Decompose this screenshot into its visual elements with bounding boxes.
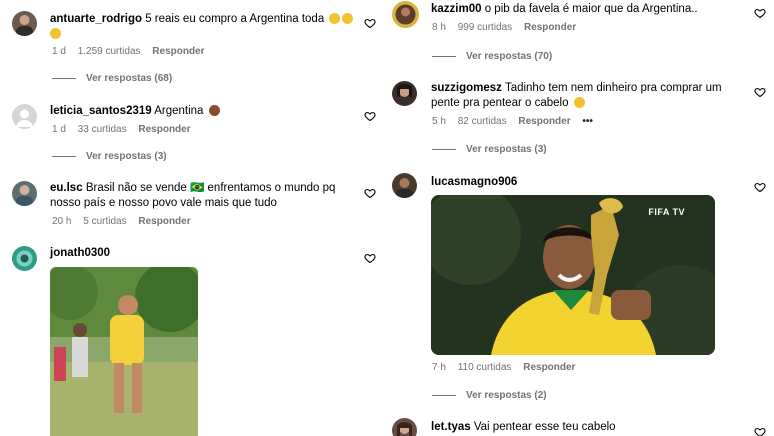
poop-emoji-icon <box>208 105 220 116</box>
comments-column-left: antuarte_rodrigo 5 reais eu compro a Arg… <box>0 0 387 436</box>
comment: lucasmagno906 FIFA TV 7 h 110 curtidas R… <box>380 167 774 412</box>
avatar[interactable] <box>12 11 37 36</box>
comment: antuarte_rodrigo 5 reais eu compro a Arg… <box>0 0 387 95</box>
laughing-emoji-icon <box>50 28 61 39</box>
comment: eu.lsc Brasil não se vende 🇧🇷 enfrentamo… <box>0 175 387 240</box>
comment-text: Vai pentear esse teu cabelo <box>473 421 616 433</box>
like-count[interactable]: 999 curtidas <box>458 22 512 33</box>
divider <box>432 148 456 150</box>
username[interactable]: antuarte_rodrigo <box>50 13 142 25</box>
comment-meta: 1 d 1.259 curtidas Responder <box>52 46 214 57</box>
divider <box>52 77 76 79</box>
timestamp: 20 h <box>52 216 72 227</box>
photo-attachment[interactable] <box>50 267 198 436</box>
comment-text: Argentina <box>154 105 204 117</box>
heart-icon[interactable] <box>754 181 766 193</box>
like-count[interactable]: 33 curtidas <box>78 124 127 135</box>
comments-column-right: kazzim00 o pib da favela é maior que da … <box>380 0 774 436</box>
comment-meta: 5 h 82 curtidas Responder ••• <box>432 116 602 127</box>
username[interactable]: suzzigomesz <box>431 82 502 94</box>
avatar[interactable] <box>392 173 417 198</box>
username[interactable]: eu.lsc <box>50 182 83 194</box>
avatar[interactable] <box>392 1 419 28</box>
timestamp: 7 h <box>432 362 446 373</box>
heart-icon[interactable] <box>754 86 766 98</box>
view-replies-button[interactable]: Ver respostas (68) <box>52 73 172 84</box>
comment-body: suzzigomesz Tadinho tem nem dinheiro pra… <box>431 81 746 111</box>
heart-icon[interactable] <box>754 7 766 19</box>
comment-body: antuarte_rodrigo 5 reais eu compro a Arg… <box>50 12 360 42</box>
like-count[interactable]: 5 curtidas <box>83 216 126 227</box>
comment-body: let.tyas Vai pentear esse teu cabelo <box>431 420 616 435</box>
view-replies-button[interactable]: Ver respostas (3) <box>432 144 547 155</box>
reply-button[interactable]: Responder <box>138 216 190 227</box>
comment-text: Brasil não se vende 🇧🇷 enfrentamos o mun… <box>50 182 336 209</box>
comment-body: eu.lsc Brasil não se vende 🇧🇷 enfrentamo… <box>50 181 350 211</box>
username[interactable]: leticia_santos2319 <box>50 105 152 117</box>
view-replies-label: Ver respostas (2) <box>466 390 547 401</box>
comment-body: leticia_santos2319 Argentina <box>50 104 360 119</box>
divider <box>432 394 456 396</box>
view-replies-button[interactable]: Ver respostas (3) <box>52 151 167 162</box>
comment: let.tyas Vai pentear esse teu cabelo <box>380 412 774 436</box>
username[interactable]: kazzim00 <box>431 3 482 15</box>
like-count[interactable]: 110 curtidas <box>458 362 512 373</box>
comment-text: 5 reais eu compro a Argentina toda <box>145 13 325 25</box>
laughing-emoji-icon <box>342 13 354 24</box>
more-options-button[interactable]: ••• <box>582 116 593 127</box>
heart-icon[interactable] <box>754 426 766 436</box>
avatar[interactable] <box>392 81 417 106</box>
username[interactable]: lucasmagno906 <box>431 176 517 188</box>
comment-meta: 7 h 110 curtidas Responder <box>432 362 584 373</box>
view-replies-button[interactable]: Ver respostas (2) <box>432 390 547 401</box>
avatar[interactable] <box>392 418 417 436</box>
username[interactable]: let.tyas <box>431 421 471 433</box>
timestamp: 1 d <box>52 46 66 57</box>
comment: leticia_santos2319 Argentina 1 d 33 curt… <box>0 95 387 175</box>
reply-button[interactable]: Responder <box>138 124 190 135</box>
reply-button[interactable]: Responder <box>152 46 204 57</box>
view-replies-label: Ver respostas (68) <box>86 73 173 84</box>
comment: suzzigomesz Tadinho tem nem dinheiro pra… <box>380 72 774 167</box>
avatar[interactable] <box>12 246 37 271</box>
laughing-emoji-icon <box>573 97 585 108</box>
view-replies-button[interactable]: Ver respostas (70) <box>432 51 552 62</box>
view-replies-label: Ver respostas (70) <box>466 51 553 62</box>
reply-button[interactable]: Responder <box>524 22 576 33</box>
comment-meta: 1 d 33 curtidas Responder <box>52 124 200 135</box>
view-replies-label: Ver respostas (3) <box>86 151 167 162</box>
comment-body: lucasmagno906 <box>431 175 517 190</box>
laughing-emoji-icon <box>329 13 341 24</box>
comment-text: o pib da favela é maior que da Argentina… <box>484 3 698 15</box>
heart-icon[interactable] <box>364 187 376 199</box>
comment: jonath0300 <box>0 240 387 436</box>
heart-icon[interactable] <box>364 110 376 122</box>
like-count[interactable]: 1.259 curtidas <box>78 46 141 57</box>
timestamp: 5 h <box>432 116 446 127</box>
heart-icon[interactable] <box>364 17 376 29</box>
username[interactable]: jonath0300 <box>50 247 110 259</box>
fifa-tv-watermark: FIFA TV <box>648 207 685 217</box>
gif-attachment[interactable]: FIFA TV <box>431 195 715 355</box>
avatar[interactable] <box>12 181 37 206</box>
view-replies-label: Ver respostas (3) <box>466 144 547 155</box>
comment-body: kazzim00 o pib da favela é maior que da … <box>431 2 741 17</box>
divider <box>432 55 456 57</box>
timestamp: 1 d <box>52 124 66 135</box>
comment-body: jonath0300 <box>50 246 110 261</box>
heart-icon[interactable] <box>364 252 376 264</box>
comment-meta: 20 h 5 curtidas Responder <box>52 216 200 227</box>
timestamp: 8 h <box>432 22 446 33</box>
avatar[interactable] <box>12 104 37 129</box>
divider <box>52 155 76 157</box>
reply-button[interactable]: Responder <box>518 116 570 127</box>
comment-meta: 8 h 999 curtidas Responder <box>432 22 585 33</box>
like-count[interactable]: 82 curtidas <box>458 116 507 127</box>
comment: kazzim00 o pib da favela é maior que da … <box>380 0 774 72</box>
reply-button[interactable]: Responder <box>523 362 575 373</box>
